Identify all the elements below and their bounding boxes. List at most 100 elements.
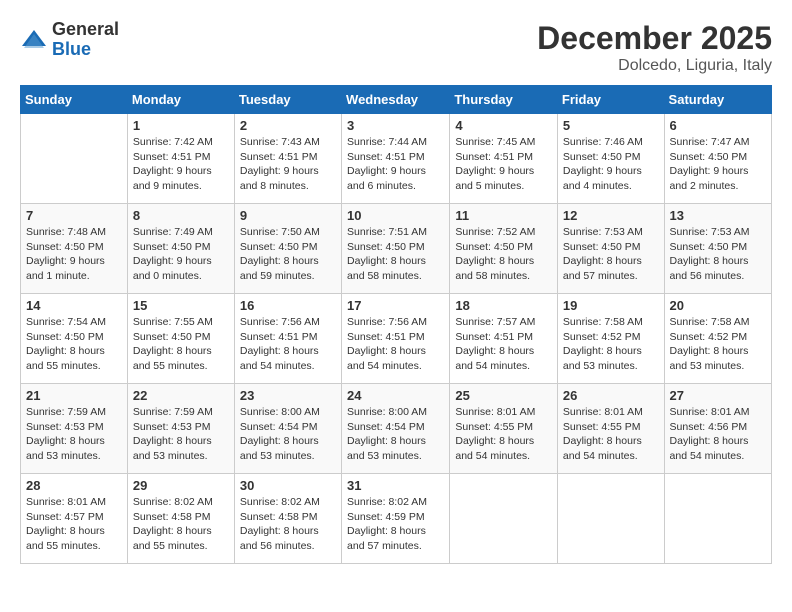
- logo-icon: [20, 26, 48, 54]
- calendar-cell: 7 Sunrise: 7:48 AMSunset: 4:50 PMDaylight…: [21, 204, 128, 294]
- day-number: 2: [240, 118, 336, 133]
- calendar-cell: 25 Sunrise: 8:01 AMSunset: 4:55 PMDayligh…: [450, 384, 558, 474]
- calendar-cell: 11 Sunrise: 7:52 AMSunset: 4:50 PMDayligh…: [450, 204, 558, 294]
- calendar-cell: 17 Sunrise: 7:56 AMSunset: 4:51 PMDayligh…: [342, 294, 450, 384]
- logo-text: General Blue: [52, 20, 119, 60]
- day-info: Sunrise: 8:01 AMSunset: 4:56 PMDaylight:…: [670, 405, 766, 464]
- logo-general-text: General: [52, 19, 119, 39]
- day-info: Sunrise: 8:01 AMSunset: 4:57 PMDaylight:…: [26, 495, 122, 554]
- calendar-cell: 20Sunrise: 7:58 AMSunset: 4:52 PMDayligh…: [664, 294, 771, 384]
- calendar-cell: [21, 114, 128, 204]
- calendar-cell: 31Sunrise: 8:02 AMSunset: 4:59 PMDayligh…: [342, 474, 450, 564]
- calendar-header: SundayMondayTuesdayWednesdayThursdayFrid…: [21, 86, 772, 114]
- calendar-week-3: 14Sunrise: 7:54 AMSunset: 4:50 PMDayligh…: [21, 294, 772, 384]
- calendar-cell: 28Sunrise: 8:01 AMSunset: 4:57 PMDayligh…: [21, 474, 128, 564]
- day-number: 20: [670, 298, 766, 313]
- calendar-cell: 9 Sunrise: 7:50 AMSunset: 4:50 PMDaylight…: [234, 204, 341, 294]
- day-info: Sunrise: 7:49 AMSunset: 4:50 PMDaylight:…: [133, 225, 229, 284]
- calendar-week-5: 28Sunrise: 8:01 AMSunset: 4:57 PMDayligh…: [21, 474, 772, 564]
- day-info: Sunrise: 7:59 AMSunset: 4:53 PMDaylight:…: [26, 405, 122, 464]
- day-info: Sunrise: 7:54 AMSunset: 4:50 PMDaylight:…: [26, 315, 122, 374]
- day-info: Sunrise: 7:42 AMSunset: 4:51 PMDaylight:…: [133, 135, 229, 194]
- calendar-cell: 30 Sunrise: 8:02 AMSunset: 4:58 PMDayligh…: [234, 474, 341, 564]
- calendar-cell: 27 Sunrise: 8:01 AMSunset: 4:56 PMDayligh…: [664, 384, 771, 474]
- day-number: 5: [563, 118, 659, 133]
- day-info: Sunrise: 8:00 AMSunset: 4:54 PMDaylight:…: [347, 405, 444, 464]
- day-info: Sunrise: 7:56 AMSunset: 4:51 PMDaylight:…: [347, 315, 444, 374]
- calendar-cell: 6Sunrise: 7:47 AMSunset: 4:50 PMDaylight…: [664, 114, 771, 204]
- calendar-cell: 26 Sunrise: 8:01 AMSunset: 4:55 PMDayligh…: [557, 384, 664, 474]
- day-number: 27: [670, 388, 766, 403]
- logo-blue-text: Blue: [52, 39, 91, 59]
- day-info: Sunrise: 7:56 AMSunset: 4:51 PMDaylight:…: [240, 315, 336, 374]
- day-info: Sunrise: 7:44 AMSunset: 4:51 PMDaylight:…: [347, 135, 444, 194]
- day-info: Sunrise: 7:52 AMSunset: 4:50 PMDaylight:…: [455, 225, 552, 284]
- day-info: Sunrise: 7:47 AMSunset: 4:50 PMDaylight:…: [670, 135, 766, 194]
- day-number: 25: [455, 388, 552, 403]
- day-of-week-tuesday: Tuesday: [234, 86, 341, 114]
- day-info: Sunrise: 8:01 AMSunset: 4:55 PMDaylight:…: [455, 405, 552, 464]
- location: Dolcedo, Liguria, Italy: [537, 57, 772, 75]
- day-number: 24: [347, 388, 444, 403]
- day-of-week-sunday: Sunday: [21, 86, 128, 114]
- calendar-week-2: 7 Sunrise: 7:48 AMSunset: 4:50 PMDaylight…: [21, 204, 772, 294]
- day-number: 17: [347, 298, 444, 313]
- calendar-week-4: 21Sunrise: 7:59 AMSunset: 4:53 PMDayligh…: [21, 384, 772, 474]
- days-of-week-row: SundayMondayTuesdayWednesdayThursdayFrid…: [21, 86, 772, 114]
- calendar-cell: [664, 474, 771, 564]
- day-info: Sunrise: 8:02 AMSunset: 4:58 PMDaylight:…: [133, 495, 229, 554]
- day-number: 30: [240, 478, 336, 493]
- day-info: Sunrise: 8:00 AMSunset: 4:54 PMDaylight:…: [240, 405, 336, 464]
- day-number: 7: [26, 208, 122, 223]
- day-number: 19: [563, 298, 659, 313]
- title-block: December 2025 Dolcedo, Liguria, Italy: [537, 20, 772, 75]
- logo: General Blue: [20, 20, 119, 60]
- day-number: 9: [240, 208, 336, 223]
- day-info: Sunrise: 7:50 AMSunset: 4:50 PMDaylight:…: [240, 225, 336, 284]
- day-info: Sunrise: 7:57 AMSunset: 4:51 PMDaylight:…: [455, 315, 552, 374]
- calendar-cell: 13 Sunrise: 7:53 AMSunset: 4:50 PMDayligh…: [664, 204, 771, 294]
- calendar-cell: 10 Sunrise: 7:51 AMSunset: 4:50 PMDayligh…: [342, 204, 450, 294]
- day-of-week-thursday: Thursday: [450, 86, 558, 114]
- day-info: Sunrise: 7:45 AMSunset: 4:51 PMDaylight:…: [455, 135, 552, 194]
- day-of-week-monday: Monday: [127, 86, 234, 114]
- day-number: 26: [563, 388, 659, 403]
- day-info: Sunrise: 8:02 AMSunset: 4:58 PMDaylight:…: [240, 495, 336, 554]
- calendar-cell: 22Sunrise: 7:59 AMSunset: 4:53 PMDayligh…: [127, 384, 234, 474]
- day-number: 13: [670, 208, 766, 223]
- day-number: 23: [240, 388, 336, 403]
- day-of-week-wednesday: Wednesday: [342, 86, 450, 114]
- day-info: Sunrise: 8:01 AMSunset: 4:55 PMDaylight:…: [563, 405, 659, 464]
- day-info: Sunrise: 7:43 AMSunset: 4:51 PMDaylight:…: [240, 135, 336, 194]
- calendar-week-1: 1 Sunrise: 7:42 AMSunset: 4:51 PMDaylight…: [21, 114, 772, 204]
- day-of-week-saturday: Saturday: [664, 86, 771, 114]
- day-info: Sunrise: 7:55 AMSunset: 4:50 PMDaylight:…: [133, 315, 229, 374]
- day-number: 18: [455, 298, 552, 313]
- calendar-cell: 1 Sunrise: 7:42 AMSunset: 4:51 PMDaylight…: [127, 114, 234, 204]
- day-number: 1: [133, 118, 229, 133]
- day-number: 3: [347, 118, 444, 133]
- calendar-cell: [450, 474, 558, 564]
- calendar-cell: 4Sunrise: 7:45 AMSunset: 4:51 PMDaylight…: [450, 114, 558, 204]
- calendar-cell: 18 Sunrise: 7:57 AMSunset: 4:51 PMDayligh…: [450, 294, 558, 384]
- calendar-cell: 8 Sunrise: 7:49 AMSunset: 4:50 PMDaylight…: [127, 204, 234, 294]
- calendar-cell: 14Sunrise: 7:54 AMSunset: 4:50 PMDayligh…: [21, 294, 128, 384]
- calendar-cell: 23 Sunrise: 8:00 AMSunset: 4:54 PMDayligh…: [234, 384, 341, 474]
- day-number: 8: [133, 208, 229, 223]
- calendar-cell: 21Sunrise: 7:59 AMSunset: 4:53 PMDayligh…: [21, 384, 128, 474]
- day-number: 11: [455, 208, 552, 223]
- day-of-week-friday: Friday: [557, 86, 664, 114]
- month-year: December 2025: [537, 20, 772, 57]
- day-info: Sunrise: 7:58 AMSunset: 4:52 PMDaylight:…: [563, 315, 659, 374]
- calendar-table: SundayMondayTuesdayWednesdayThursdayFrid…: [20, 85, 772, 564]
- day-info: Sunrise: 7:48 AMSunset: 4:50 PMDaylight:…: [26, 225, 122, 284]
- calendar-cell: 5Sunrise: 7:46 AMSunset: 4:50 PMDaylight…: [557, 114, 664, 204]
- calendar-cell: 15Sunrise: 7:55 AMSunset: 4:50 PMDayligh…: [127, 294, 234, 384]
- day-number: 10: [347, 208, 444, 223]
- calendar-cell: 12Sunrise: 7:53 AMSunset: 4:50 PMDayligh…: [557, 204, 664, 294]
- day-info: Sunrise: 8:02 AMSunset: 4:59 PMDaylight:…: [347, 495, 444, 554]
- calendar-cell: [557, 474, 664, 564]
- calendar-cell: 3 Sunrise: 7:44 AMSunset: 4:51 PMDaylight…: [342, 114, 450, 204]
- day-info: Sunrise: 7:53 AMSunset: 4:50 PMDaylight:…: [670, 225, 766, 284]
- day-info: Sunrise: 7:51 AMSunset: 4:50 PMDaylight:…: [347, 225, 444, 284]
